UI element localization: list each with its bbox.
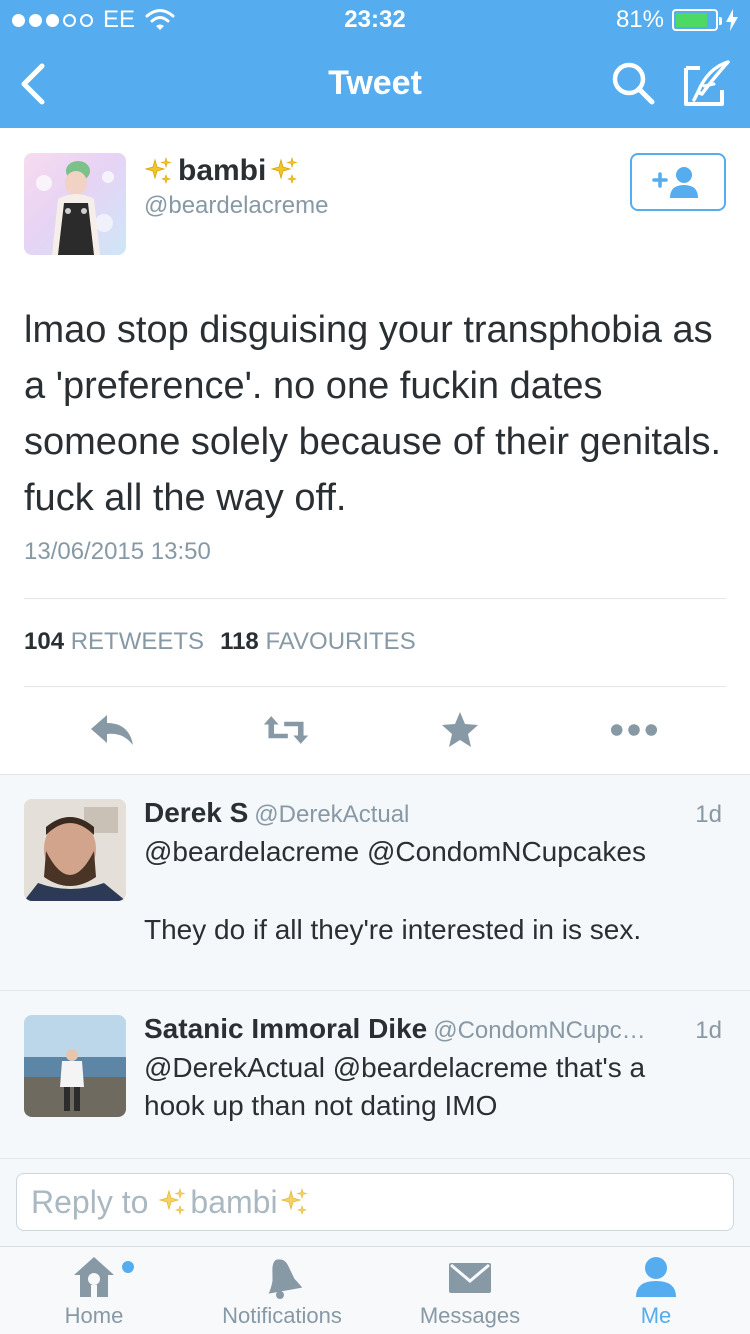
tab-notifications-label: Notifications xyxy=(222,1303,342,1328)
favourites-stat[interactable]: 118 FAVOURITES xyxy=(220,628,416,656)
reply-avatar[interactable] xyxy=(24,799,126,901)
favourites-label: FAVOURITES xyxy=(265,628,416,655)
reply-placeholder-prefix: Reply to xyxy=(31,1183,149,1220)
reply-icon[interactable] xyxy=(88,710,136,750)
battery-icon xyxy=(672,9,722,31)
author-handle[interactable]: @beardelacreme xyxy=(144,192,328,220)
author-avatar[interactable] xyxy=(24,153,126,255)
tab-messages-label: Messages xyxy=(419,1303,521,1328)
profile-icon xyxy=(636,1257,676,1297)
reply-author-name: Derek S xyxy=(144,797,249,828)
reply-time: 1d xyxy=(695,1017,722,1044)
tweet-text: lmao stop disguising your transphobia as… xyxy=(24,309,722,519)
sparkles-icon xyxy=(158,1187,188,1217)
author-name-row[interactable]: bambi xyxy=(144,154,300,188)
compose-tweet-icon[interactable] xyxy=(682,58,732,108)
tweet-timestamp: 13/06/2015 13:50 xyxy=(24,538,211,565)
reply-composer-bar: Reply to bambi xyxy=(0,1158,750,1246)
tab-bar: Home Notifications Messages Me xyxy=(0,1246,750,1334)
status-bar: EE 23:32 81% xyxy=(0,0,750,40)
tab-messages[interactable]: Messages xyxy=(376,1247,564,1334)
sparkles-icon xyxy=(280,1187,310,1217)
add-user-icon xyxy=(652,167,698,198)
top-bar: EE 23:32 81% Tweet xyxy=(0,0,750,128)
favourite-star-icon[interactable] xyxy=(436,710,484,750)
reply-tweet[interactable]: Derek S @DerekActual 1d @beardelacreme @C… xyxy=(0,774,750,990)
tab-me-label: Me xyxy=(640,1303,672,1328)
tweet-stats: 104 RETWEETS 118 FAVOURITES xyxy=(24,628,416,656)
tab-me[interactable]: Me xyxy=(562,1247,750,1334)
reply-text: @DerekActual @beardelacreme that's a hoo… xyxy=(144,1052,646,1121)
tweet-actions xyxy=(24,710,726,750)
reply-author[interactable]: Derek S @DerekActual xyxy=(144,797,409,829)
retweet-icon[interactable] xyxy=(262,710,310,750)
tab-home-label: Home xyxy=(64,1303,124,1328)
divider xyxy=(24,686,726,687)
sparkles-icon xyxy=(270,156,300,186)
reply-author-handle: @DerekActual xyxy=(254,801,410,828)
reply-author-name: Satanic Immoral Dike xyxy=(144,1013,428,1044)
retweets-label: RETWEETS xyxy=(70,628,205,655)
reply-input[interactable]: Reply to bambi xyxy=(16,1173,734,1231)
follow-button[interactable] xyxy=(630,153,726,211)
home-icon xyxy=(74,1257,114,1297)
nav-bar: Tweet xyxy=(0,40,750,128)
status-right: 81% xyxy=(616,6,738,34)
battery-percent: 81% xyxy=(615,6,664,33)
reply-tweet[interactable]: Satanic Immoral Dike @CondomNCupc… 1d @De… xyxy=(0,990,750,1158)
new-tweets-dot xyxy=(122,1261,134,1273)
reply-text: They do if all they're interested in is … xyxy=(144,914,642,945)
favourites-count: 118 xyxy=(220,628,259,655)
reply-mentions: @beardelacreme @CondomNCupcakes xyxy=(144,836,646,867)
search-icon[interactable] xyxy=(610,60,656,106)
more-options-icon[interactable] xyxy=(610,710,658,750)
retweets-stat[interactable]: 104 RETWEETS xyxy=(24,628,204,656)
tab-home[interactable]: Home xyxy=(0,1247,188,1334)
reply-avatar[interactable] xyxy=(24,1015,126,1117)
reply-author-handle: @CondomNCupc… xyxy=(433,1017,646,1044)
envelope-icon xyxy=(449,1263,491,1293)
sparkles-icon xyxy=(144,156,174,186)
divider xyxy=(24,598,726,599)
bell-icon xyxy=(268,1259,303,1299)
reply-author[interactable]: Satanic Immoral Dike @CondomNCupc… xyxy=(144,1013,646,1045)
reply-placeholder-name: bambi xyxy=(190,1183,278,1220)
tab-notifications[interactable]: Notifications xyxy=(188,1247,376,1334)
author-name[interactable]: bambi xyxy=(178,154,266,188)
retweets-count: 104 xyxy=(24,628,65,655)
charging-icon xyxy=(726,9,738,31)
reply-time: 1d xyxy=(695,801,722,828)
